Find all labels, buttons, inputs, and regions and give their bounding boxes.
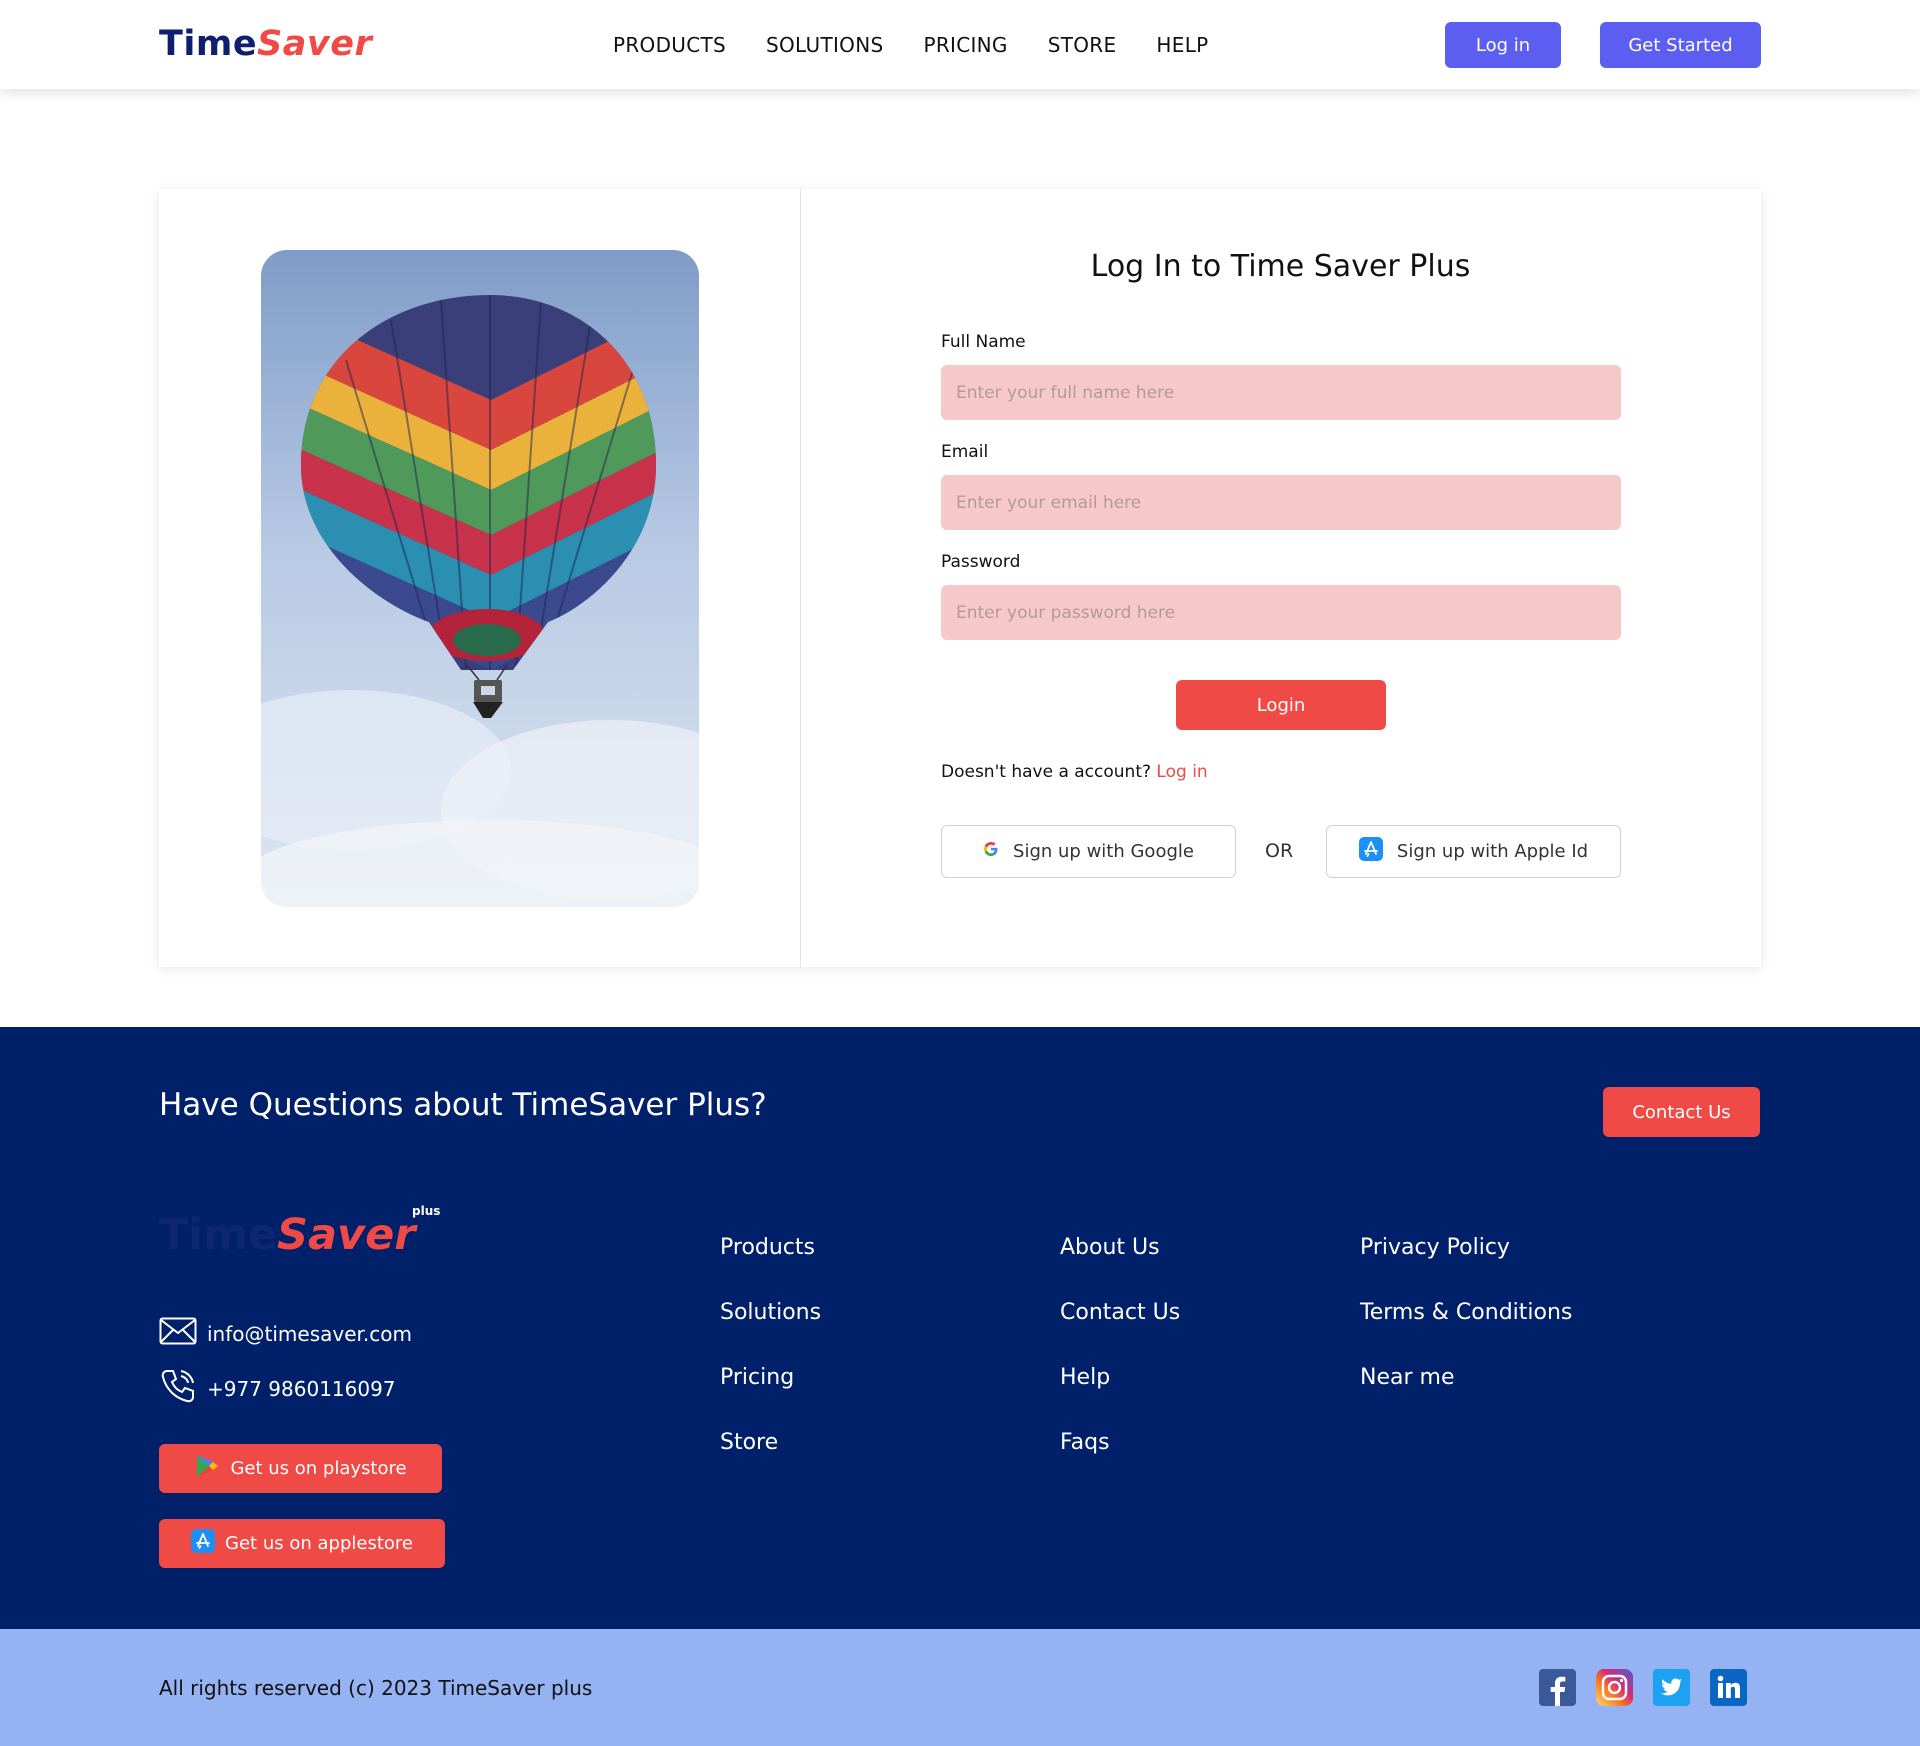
email-input[interactable]: [941, 475, 1621, 530]
get-started-button[interactable]: Get Started: [1600, 22, 1761, 68]
hot-air-balloon-image: [261, 250, 699, 907]
nav-solutions[interactable]: SOLUTIONS: [766, 33, 883, 57]
no-account-prompt: Doesn't have a account? Log in: [941, 762, 1208, 782]
login-form-title: Log In to Time Saver Plus: [1090, 249, 1471, 284]
footer-link-about-us[interactable]: About Us: [1060, 1235, 1180, 1300]
nav-products[interactable]: PRODUCTS: [613, 33, 726, 57]
full-name-input[interactable]: [941, 365, 1621, 420]
full-name-label: Full Name: [941, 332, 1026, 352]
mail-icon: [159, 1317, 197, 1350]
social-links: [1539, 1669, 1747, 1706]
footer-phone[interactable]: +977 9860116097: [159, 1367, 396, 1410]
header-login-button[interactable]: Log in: [1445, 22, 1561, 68]
or-separator: OR: [1265, 840, 1294, 862]
facebook-icon[interactable]: [1539, 1669, 1576, 1706]
apple-signup-label: Sign up with Apple Id: [1396, 841, 1589, 862]
apple-store-icon: [191, 1529, 216, 1558]
login-card: Log In to Time Saver Plus Full Name Emai…: [159, 189, 1761, 967]
no-account-link[interactable]: Log in: [1156, 762, 1207, 782]
footer-link-products[interactable]: Products: [720, 1235, 821, 1300]
password-input[interactable]: [941, 585, 1621, 640]
footer-link-store[interactable]: Store: [720, 1430, 821, 1495]
linkedin-icon[interactable]: [1710, 1669, 1747, 1706]
play-store-icon: [194, 1453, 220, 1484]
footer-links-legal: Privacy Policy Terms & Conditions Near m…: [1360, 1235, 1572, 1430]
footer-phone-text: +977 9860116097: [207, 1376, 396, 1401]
twitter-icon[interactable]: [1653, 1669, 1690, 1706]
footer-links-company: About Us Contact Us Help Faqs: [1060, 1235, 1180, 1495]
footer-email[interactable]: info@timesaver.com: [159, 1317, 412, 1350]
login-submit-button[interactable]: Login: [1176, 680, 1386, 730]
footer-links-products: Products Solutions Pricing Store: [720, 1235, 821, 1495]
nav-help[interactable]: HELP: [1156, 33, 1208, 57]
top-navbar: TimeSaver PRODUCTS SOLUTIONS PRICING STO…: [0, 0, 1920, 89]
footer-link-pricing[interactable]: Pricing: [720, 1365, 821, 1430]
nav-pricing[interactable]: PRICING: [923, 33, 1007, 57]
apple-signup-button[interactable]: Sign up with Apple Id: [1326, 825, 1621, 878]
logo-text-saver: Saver: [257, 24, 373, 64]
bottom-bar: All rights reserved (c) 2023 TimeSaver p…: [0, 1629, 1920, 1746]
logo-text-time: Time: [159, 24, 258, 64]
footer-link-privacy-policy[interactable]: Privacy Policy: [1360, 1235, 1572, 1300]
applestore-button[interactable]: Get us on applestore: [159, 1519, 445, 1568]
playstore-button[interactable]: Get us on playstore: [159, 1444, 442, 1493]
email-label: Email: [941, 442, 989, 462]
applestore-label: Get us on applestore: [225, 1533, 413, 1554]
footer-logo-plus: plus: [412, 1204, 441, 1218]
google-signup-button[interactable]: Sign up with Google: [941, 825, 1236, 878]
password-label: Password: [941, 552, 1021, 572]
footer: Have Questions about TimeSaver Plus? Con…: [0, 1027, 1920, 1629]
no-account-text: Doesn't have a account?: [941, 762, 1152, 782]
footer-link-faqs[interactable]: Faqs: [1060, 1430, 1180, 1495]
google-icon: [983, 841, 999, 862]
instagram-icon[interactable]: [1596, 1669, 1633, 1706]
google-signup-label: Sign up with Google: [1013, 841, 1194, 862]
main-nav: PRODUCTS SOLUTIONS PRICING STORE HELP: [613, 33, 1209, 57]
phone-icon: [159, 1367, 197, 1410]
copyright-text: All rights reserved (c) 2023 TimeSaver p…: [159, 1676, 593, 1700]
footer-link-terms[interactable]: Terms & Conditions: [1360, 1300, 1572, 1365]
card-divider: [800, 189, 801, 967]
footer-logo-saver: Saver: [277, 1210, 416, 1260]
footer-question: Have Questions about TimeSaver Plus?: [159, 1087, 767, 1123]
footer-link-contact-us[interactable]: Contact Us: [1060, 1300, 1180, 1365]
footer-email-text: info@timesaver.com: [207, 1321, 412, 1346]
footer-link-near-me[interactable]: Near me: [1360, 1365, 1572, 1430]
footer-link-solutions[interactable]: Solutions: [720, 1300, 821, 1365]
apple-store-icon: [1358, 837, 1383, 866]
brand-logo[interactable]: TimeSaver: [159, 24, 372, 64]
footer-logo-time: Time: [159, 1210, 278, 1260]
playstore-label: Get us on playstore: [230, 1458, 407, 1479]
contact-us-button[interactable]: Contact Us: [1603, 1087, 1760, 1137]
nav-store[interactable]: STORE: [1048, 33, 1117, 57]
footer-logo[interactable]: TimeSaver plus: [159, 1204, 440, 1260]
footer-link-help[interactable]: Help: [1060, 1365, 1180, 1430]
